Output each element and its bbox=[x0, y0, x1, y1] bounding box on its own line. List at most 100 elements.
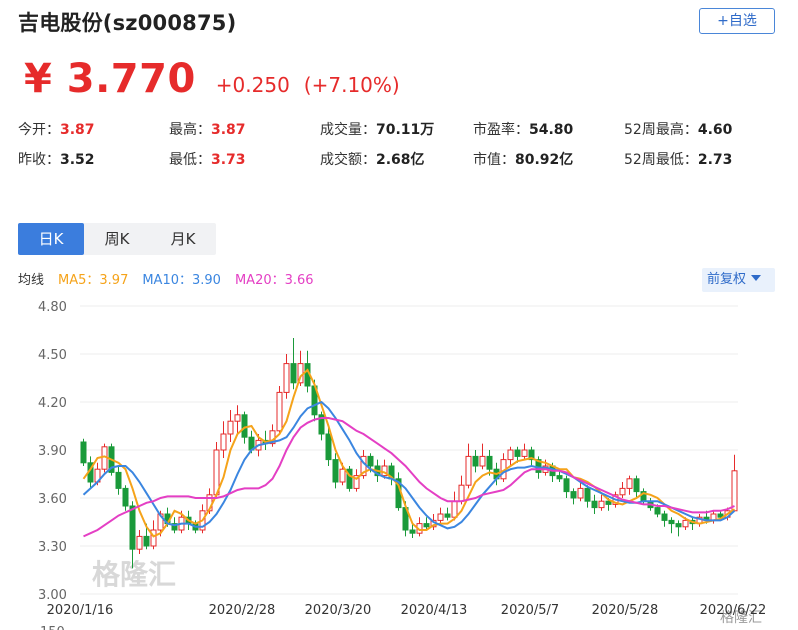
candle-body bbox=[80, 441, 87, 464]
candle-body bbox=[129, 505, 136, 550]
candle-body bbox=[605, 500, 612, 505]
x-tick-label: 2020/4/13 bbox=[401, 603, 468, 618]
candle-body bbox=[486, 455, 493, 470]
candle-body bbox=[332, 459, 339, 483]
stat-label: 52周最低： bbox=[624, 152, 698, 168]
candle-body bbox=[619, 487, 626, 496]
candle-body bbox=[220, 433, 227, 451]
candle-body bbox=[661, 513, 668, 521]
stat-value: 2.73 bbox=[697, 152, 733, 168]
ma-legend-label: 均线 bbox=[18, 273, 45, 288]
candle-body bbox=[437, 513, 444, 521]
y-tick-label: 4.50 bbox=[38, 348, 67, 363]
stat-label: 昨收： bbox=[18, 152, 60, 168]
candle-body bbox=[339, 468, 346, 483]
candle-body bbox=[633, 478, 640, 493]
candle-body bbox=[577, 487, 584, 499]
tab-daily-k[interactable]: 日K bbox=[18, 223, 84, 255]
stat-value: 3.52 bbox=[60, 152, 95, 168]
stat-low: 最低：3.73 bbox=[169, 149, 246, 169]
candle-body bbox=[290, 363, 297, 384]
volume-axis-label: 150 bbox=[40, 625, 65, 630]
price-row: ¥ 3.770 +0.250 (+7.10%) bbox=[24, 56, 400, 102]
watermark-text: 格隆汇 bbox=[92, 558, 176, 591]
y-tick-label: 3.90 bbox=[38, 444, 67, 459]
ma5-legend: MA5：3.97 bbox=[58, 273, 129, 288]
stat-52w-low: 52周最低：2.73 bbox=[624, 149, 732, 169]
stat-label: 52周最高： bbox=[624, 122, 698, 138]
x-tick-label: 2020/5/28 bbox=[592, 603, 659, 618]
ma-legend: 均线 MA5：3.97 MA10：3.90 MA20：3.66 bbox=[18, 269, 314, 288]
candle-body bbox=[276, 391, 283, 432]
candle-body bbox=[507, 449, 514, 461]
candle-body bbox=[122, 487, 129, 507]
candle-body bbox=[514, 449, 521, 457]
x-tick-label: 2020/6/22 bbox=[700, 603, 767, 618]
stat-label: 成交额： bbox=[320, 152, 376, 168]
stat-value: 2.68亿 bbox=[376, 152, 425, 168]
y-tick-label: 4.20 bbox=[38, 396, 67, 411]
ma10-legend: MA10：3.90 bbox=[142, 273, 221, 288]
stats-row-1: 今开：3.87 最高：3.87 成交量：70.11万 市盈率：54.80 52周… bbox=[18, 119, 788, 149]
add-to-watchlist-button[interactable]: +自选 bbox=[699, 8, 775, 34]
stat-label: 市盈率： bbox=[473, 122, 529, 138]
x-tick-label: 2020/5/7 bbox=[501, 603, 559, 618]
candle-body bbox=[465, 455, 472, 486]
stats-row-2: 昨收：3.52 最低：3.73 成交额：2.68亿 市值：80.92亿 52周最… bbox=[18, 149, 788, 179]
price-change-percent: (+7.10%) bbox=[303, 73, 400, 97]
candle-body bbox=[675, 523, 682, 528]
candle-body bbox=[654, 507, 661, 515]
candle-body bbox=[570, 491, 577, 499]
stat-open: 今开：3.87 bbox=[18, 119, 95, 139]
candle-body bbox=[227, 420, 234, 435]
candle-body bbox=[367, 455, 374, 467]
candle-body bbox=[584, 487, 591, 502]
candle-body bbox=[325, 433, 332, 461]
adjust-type-label: 前复权 bbox=[707, 272, 747, 287]
stat-value: 4.60 bbox=[697, 122, 733, 138]
stat-value: 70.11万 bbox=[376, 122, 435, 138]
stat-value: 54.80 bbox=[529, 122, 574, 138]
candle-body bbox=[668, 519, 675, 525]
candle-body bbox=[115, 471, 122, 489]
tab-weekly-k[interactable]: 周K bbox=[84, 223, 150, 255]
x-tick-label: 2020/3/20 bbox=[305, 603, 372, 618]
x-tick-label: 2020/1/16 bbox=[47, 603, 114, 618]
candle-body bbox=[563, 478, 570, 493]
candlestick-chart: 格隆汇格隆汇4.804.504.203.903.603.303.002020/1… bbox=[38, 300, 767, 630]
quote-stats: 今开：3.87 最高：3.87 成交量：70.11万 市盈率：54.80 52周… bbox=[18, 119, 788, 179]
current-price: ¥ 3.770 bbox=[24, 56, 196, 102]
stat-amount: 成交额：2.68亿 bbox=[320, 149, 425, 169]
stat-52w-high: 52周最高：4.60 bbox=[624, 119, 732, 139]
candle-body bbox=[682, 519, 689, 528]
candle-body bbox=[626, 478, 633, 489]
x-tick-label: 2020/2/28 bbox=[209, 603, 276, 618]
stat-label: 市值： bbox=[473, 152, 515, 168]
ma20-legend: MA20：3.66 bbox=[234, 273, 314, 288]
y-tick-label: 3.60 bbox=[38, 492, 67, 507]
period-tabs: 日K 周K 月K bbox=[18, 223, 216, 255]
stat-pe: 市盈率：54.80 bbox=[473, 119, 573, 139]
stat-volume: 成交量：70.11万 bbox=[320, 119, 434, 139]
stat-label: 成交量： bbox=[320, 122, 376, 138]
candle-body bbox=[591, 500, 598, 509]
stat-value: 3.87 bbox=[211, 122, 246, 138]
price-change: +0.250 bbox=[215, 73, 290, 97]
candle-body bbox=[136, 535, 143, 550]
stat-value: 80.92亿 bbox=[515, 152, 574, 168]
candle-body bbox=[451, 500, 458, 518]
stat-value: 3.87 bbox=[60, 122, 95, 138]
ma10-line bbox=[82, 400, 736, 530]
candle-body bbox=[234, 414, 241, 422]
candle-body bbox=[444, 513, 451, 518]
candle-body bbox=[472, 455, 479, 467]
y-tick-label: 3.00 bbox=[38, 588, 67, 603]
adjust-type-dropdown[interactable]: 前复权 bbox=[702, 268, 775, 292]
candle-body bbox=[409, 529, 416, 534]
candle-body bbox=[241, 414, 248, 438]
stat-value: 3.73 bbox=[211, 152, 246, 168]
caret-down-icon bbox=[751, 275, 762, 281]
candle-body bbox=[458, 484, 465, 502]
candle-body bbox=[556, 475, 563, 480]
tab-monthly-k[interactable]: 月K bbox=[150, 223, 216, 255]
